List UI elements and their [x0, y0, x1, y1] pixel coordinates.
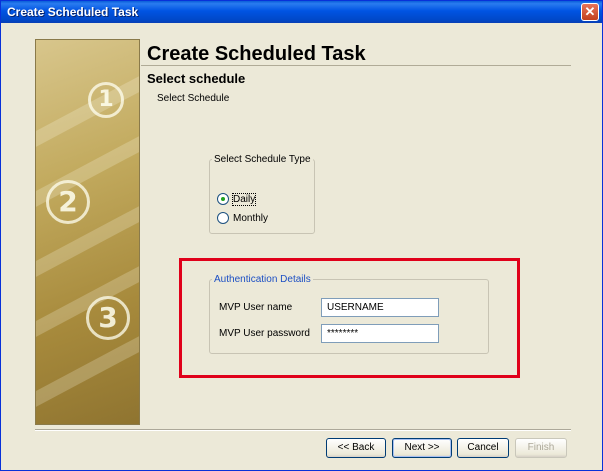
schedule-type-legend: Select Schedule Type: [214, 154, 311, 165]
close-icon[interactable]: ✕: [581, 3, 599, 21]
page-title: Create Scheduled Task: [147, 43, 366, 65]
titlebar[interactable]: Create Scheduled Task ✕: [1, 1, 602, 23]
highlight-annotation: [179, 258, 520, 378]
step-2-icon: 2: [46, 180, 90, 224]
step-1-icon: 1: [88, 82, 124, 118]
step-title: Select schedule: [147, 71, 246, 86]
create-scheduled-task-dialog: Create Scheduled Task ✕ 1 2 3 Create Sch…: [0, 0, 603, 471]
finish-button[interactable]: Finish: [515, 438, 567, 458]
cancel-button[interactable]: Cancel: [457, 438, 509, 458]
radio-daily-button[interactable]: [217, 193, 229, 205]
radio-daily-label[interactable]: Daily: [231, 192, 257, 206]
step-description: Select Schedule: [157, 93, 230, 104]
step-3-icon: 3: [86, 296, 130, 340]
footer-divider-shadow: [35, 430, 571, 431]
title-divider: [141, 65, 571, 66]
radio-monthly-button[interactable]: [217, 212, 229, 224]
radio-daily[interactable]: Daily: [217, 192, 257, 206]
window-title: Create Scheduled Task: [7, 5, 139, 19]
radio-monthly[interactable]: Monthly: [217, 212, 268, 224]
next-button[interactable]: Next >>: [392, 438, 452, 458]
radio-monthly-label[interactable]: Monthly: [233, 213, 268, 224]
wizard-banner-image: 1 2 3: [35, 39, 140, 425]
back-button[interactable]: << Back: [326, 438, 386, 458]
